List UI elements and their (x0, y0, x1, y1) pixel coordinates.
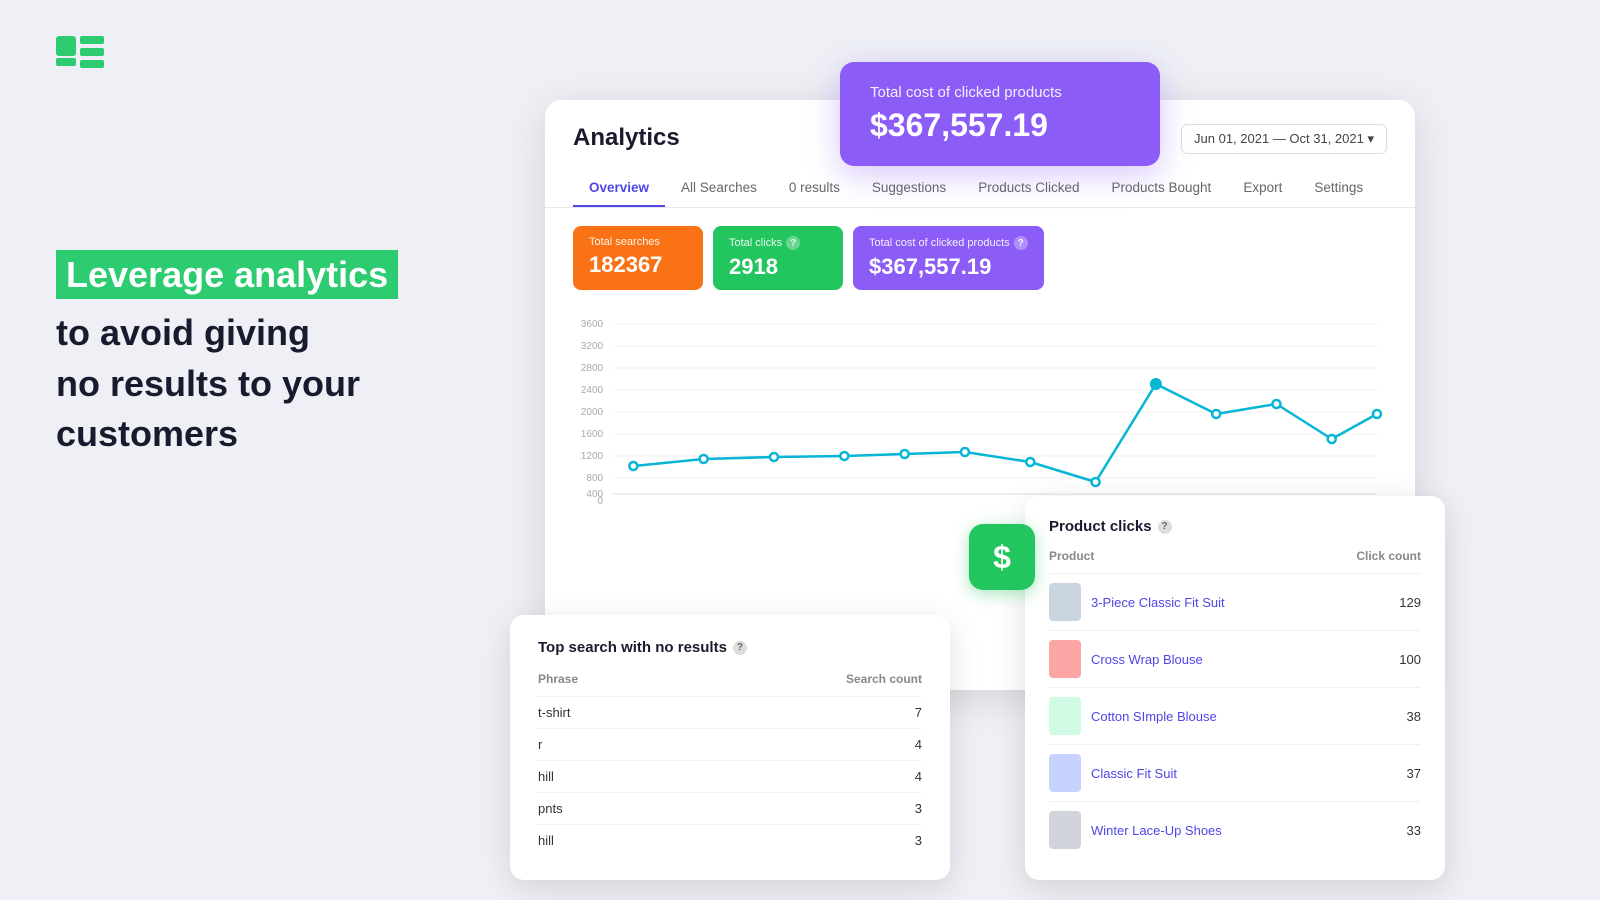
hero-highlight: Leverage analytics (56, 250, 398, 299)
click-count-cell: 129 (1321, 574, 1421, 631)
stat-cards: Total searches 182367 Total clicks ? 291… (545, 208, 1415, 290)
search-table-title: Top search with no results ? (538, 639, 922, 656)
click-count-cell: 38 (1321, 688, 1421, 745)
stat-searches-label: Total searches (589, 236, 660, 248)
analytics-chart: 3600 3200 2800 2400 2000 1600 1200 800 4… (573, 304, 1387, 504)
table-row: t-shirt 7 (538, 697, 922, 729)
product-cell: Classic Fit Suit (1049, 745, 1321, 802)
phrase-cell: hill (538, 825, 670, 857)
col-phrase-header: Phrase (538, 672, 670, 697)
tab-all-searches[interactable]: All Searches (665, 170, 773, 207)
hero-main-text: to avoid giving no results to your custo… (56, 308, 536, 459)
product-cell: 3-Piece Classic Fit Suit (1049, 574, 1321, 631)
table-row: hill 3 (538, 825, 922, 857)
col-count-header: Search count (670, 672, 922, 697)
search-table-card: Top search with no results ? Phrase Sear… (510, 615, 950, 880)
stat-card-clicks: Total clicks ? 2918 (713, 226, 843, 290)
product-cell: Winter Lace-Up Shoes (1049, 802, 1321, 859)
click-count-cell: 100 (1321, 631, 1421, 688)
stat-clicks-info-icon[interactable]: ? (786, 236, 800, 250)
tab-0-results[interactable]: 0 results (773, 170, 856, 207)
tab-products-bought[interactable]: Products Bought (1095, 170, 1227, 207)
stat-card-searches: Total searches 182367 (573, 226, 703, 290)
list-item: 3-Piece Classic Fit Suit 129 (1049, 574, 1421, 631)
count-cell: 3 (670, 825, 922, 857)
svg-text:3600: 3600 (581, 319, 604, 330)
col-product-header: Product (1049, 549, 1321, 574)
product-link[interactable]: Classic Fit Suit (1091, 766, 1177, 781)
count-cell: 4 (670, 729, 922, 761)
svg-text:1600: 1600 (581, 429, 604, 440)
list-item: Classic Fit Suit 37 (1049, 745, 1421, 802)
phrase-cell: hill (538, 761, 670, 793)
search-table-title-text: Top search with no results (538, 639, 727, 656)
svg-text:2800: 2800 (581, 363, 604, 374)
product-cell: Cotton SImple Blouse (1049, 688, 1321, 745)
analytics-tabs: Overview All Searches 0 results Suggesti… (545, 170, 1415, 208)
dollar-fab: $ (969, 524, 1035, 590)
chart-area: 3600 3200 2800 2400 2000 1600 1200 800 4… (545, 290, 1415, 510)
svg-text:0: 0 (598, 496, 604, 504)
date-filter-button[interactable]: Jun 01, 2021 — Oct 31, 2021 ▾ (1181, 124, 1387, 154)
tab-suggestions[interactable]: Suggestions (856, 170, 962, 207)
count-cell: 3 (670, 793, 922, 825)
product-clicks-card: Product clicks ? Product Click count 3-P… (1025, 496, 1445, 880)
click-count-cell: 33 (1321, 802, 1421, 859)
svg-text:3200: 3200 (581, 341, 604, 352)
phrase-cell: t-shirt (538, 697, 670, 729)
hero-section: Leverage analytics to avoid giving no re… (56, 250, 536, 460)
count-cell: 7 (670, 697, 922, 729)
product-link[interactable]: Winter Lace-Up Shoes (1091, 823, 1222, 838)
product-link[interactable]: Cross Wrap Blouse (1091, 652, 1203, 667)
stat-clicks-label: Total clicks (729, 237, 782, 249)
svg-text:2400: 2400 (581, 385, 604, 396)
product-link[interactable]: 3-Piece Classic Fit Suit (1091, 595, 1225, 610)
stat-searches-value: 182367 (589, 252, 687, 278)
svg-text:2000: 2000 (581, 407, 604, 418)
click-count-cell: 37 (1321, 745, 1421, 802)
product-cell: Cross Wrap Blouse (1049, 631, 1321, 688)
product-link[interactable]: Cotton SImple Blouse (1091, 709, 1217, 724)
search-table: Phrase Search count t-shirt 7 r 4 hill 4… (538, 672, 922, 856)
stat-card-cost: Total cost of clicked products ? $367,55… (853, 226, 1044, 290)
tab-products-clicked[interactable]: Products Clicked (962, 170, 1095, 207)
date-filter-label: Jun 01, 2021 — Oct 31, 2021 ▾ (1194, 131, 1374, 147)
tooltip-card-label: Total cost of clicked products (870, 84, 1130, 101)
col-clicks-header: Click count (1321, 549, 1421, 574)
tab-export[interactable]: Export (1227, 170, 1298, 207)
list-item: Winter Lace-Up Shoes 33 (1049, 802, 1421, 859)
svg-text:800: 800 (586, 473, 603, 484)
list-item: Cross Wrap Blouse 100 (1049, 631, 1421, 688)
stat-clicks-value: 2918 (729, 254, 827, 280)
stat-cost-label: Total cost of clicked products (869, 237, 1010, 249)
product-clicks-title: Product clicks ? (1049, 518, 1421, 535)
svg-text:1200: 1200 (581, 451, 604, 462)
table-row: hill 4 (538, 761, 922, 793)
analytics-title: Analytics (573, 124, 680, 152)
search-table-info-icon[interactable]: ? (733, 641, 747, 655)
phrase-cell: r (538, 729, 670, 761)
dollar-icon: $ (993, 539, 1011, 576)
tooltip-card: Total cost of clicked products $367,557.… (840, 62, 1160, 166)
phrase-cell: pnts (538, 793, 670, 825)
product-clicks-title-text: Product clicks (1049, 518, 1152, 535)
table-row: pnts 3 (538, 793, 922, 825)
list-item: Cotton SImple Blouse 38 (1049, 688, 1421, 745)
count-cell: 4 (670, 761, 922, 793)
product-clicks-info-icon[interactable]: ? (1158, 520, 1172, 534)
stat-cost-info-icon[interactable]: ? (1014, 236, 1028, 250)
product-table: Product Click count 3-Piece Classic Fit … (1049, 549, 1421, 858)
stat-cost-value: $367,557.19 (869, 254, 1028, 280)
tab-overview[interactable]: Overview (573, 170, 665, 207)
table-row: r 4 (538, 729, 922, 761)
tab-settings[interactable]: Settings (1298, 170, 1379, 207)
logo (56, 36, 104, 81)
tooltip-card-value: $367,557.19 (870, 107, 1130, 144)
